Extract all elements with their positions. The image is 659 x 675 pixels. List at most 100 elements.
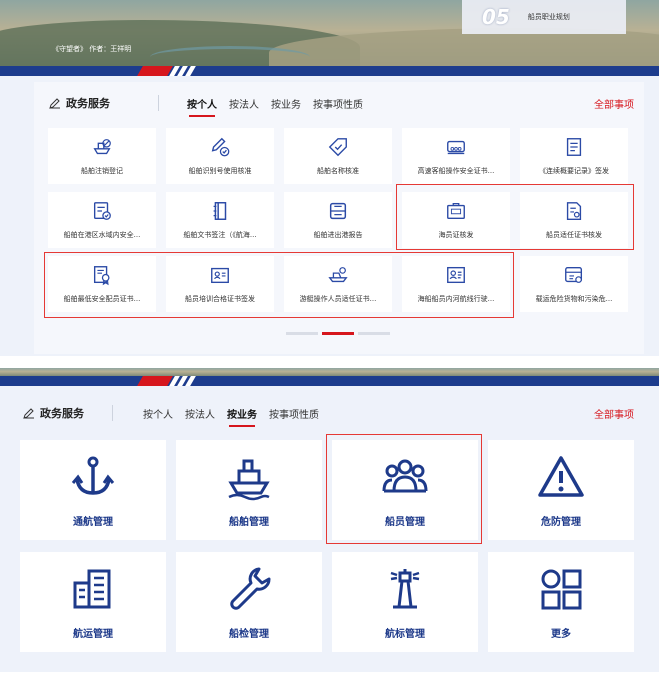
service-card[interactable]: 《连续概要记录》签发 <box>520 128 628 184</box>
service-card[interactable]: 高速客船操作安全证书... <box>402 128 510 184</box>
service-card[interactable]: 船舶名称核准 <box>284 128 392 184</box>
stripe-red <box>137 376 173 386</box>
ship-icon <box>228 459 270 500</box>
report-icon <box>329 202 347 220</box>
tab-by-individual[interactable]: 按个人 <box>143 406 173 421</box>
certificate-icon <box>566 202 582 220</box>
anchor-icon <box>71 456 115 495</box>
service-label: 船舶文书签注（《航海... <box>183 231 257 239</box>
category-card-ship[interactable]: 船舶管理 <box>176 440 322 540</box>
tab-by-legal-person[interactable]: 按法人 <box>229 96 259 111</box>
category-card-shipping[interactable]: 航运管理 <box>20 552 166 652</box>
service-card[interactable]: 海船船员内河航线行驶... <box>402 256 510 312</box>
category-label: 船舶管理 <box>229 516 269 528</box>
yacht-icon <box>328 267 348 283</box>
all-items-link[interactable]: 全部事项 <box>594 96 634 111</box>
service-label: 游艇操作人员适任证书... <box>299 295 377 303</box>
category-label: 船检管理 <box>229 628 269 640</box>
service-label: 船舶注销登记 <box>81 167 123 175</box>
warning-icon <box>538 455 584 497</box>
service-label: 《连续概要记录》签发 <box>539 167 609 175</box>
tab-by-individual[interactable]: 按个人 <box>187 96 217 117</box>
banner-label: 船员职业规划 <box>527 13 570 21</box>
carousel-pager <box>286 332 390 335</box>
gov-title-text: 政务服务 <box>66 97 110 110</box>
tag-check-icon <box>328 138 347 157</box>
service-card[interactable]: 游艇操作人员适任证书... <box>284 256 392 312</box>
tab-by-nature[interactable]: 按事项性质 <box>313 96 363 111</box>
bottom-tabs-row: 政务服务 按个人 按法人 按业务 按事项性质 <box>22 403 331 427</box>
category-card-navaid[interactable]: 航标管理 <box>332 552 478 652</box>
service-card[interactable]: 载运危险货物和污染危... <box>520 256 628 312</box>
pager-dot[interactable] <box>286 332 318 335</box>
service-label: 海船船员内河航线行驶... <box>417 295 495 303</box>
stripe-red <box>137 66 173 76</box>
tab-by-legal-person[interactable]: 按法人 <box>185 406 215 421</box>
service-label: 船舶识别号使用核准 <box>188 167 252 175</box>
all-items-link[interactable]: 全部事项 <box>594 406 634 421</box>
service-card[interactable]: 船员培训合格证书签发 <box>166 256 274 312</box>
category-card-crew[interactable]: 船员管理 <box>332 440 478 540</box>
road-shape <box>150 46 310 68</box>
bottom-hero-strip <box>0 368 659 376</box>
category-label: 航运管理 <box>73 628 113 640</box>
category-card-navigation[interactable]: 通航管理 <box>20 440 166 540</box>
service-card[interactable]: 船舶最低安全配员证书... <box>48 256 156 312</box>
service-card[interactable]: 船舶识别号使用核准 <box>166 128 274 184</box>
image-caption: 《守望者》 作者：王祥明 <box>52 45 132 53</box>
edit-check-icon <box>211 137 230 157</box>
service-label: 海员证核发 <box>438 231 474 239</box>
id-card-icon <box>447 203 465 220</box>
brand-stripe <box>0 66 659 76</box>
badge-card-icon <box>211 267 229 284</box>
doc-check-icon <box>93 202 111 220</box>
wrench-icon <box>230 567 271 610</box>
category-card-hazard[interactable]: 危防管理 <box>488 440 634 540</box>
service-label: 船舶名称核准 <box>317 167 359 175</box>
service-label: 高速客船操作安全证书... <box>417 167 495 175</box>
pager-dot[interactable] <box>358 332 390 335</box>
grid-icon <box>541 569 582 609</box>
category-card-more[interactable]: 更多 <box>488 552 634 652</box>
building-icon <box>73 569 111 608</box>
divider <box>112 405 113 421</box>
service-label: 船舶最低安全配员证书... <box>63 295 141 303</box>
service-card[interactable]: 海员证核发 <box>402 192 510 248</box>
book-icon <box>213 202 227 220</box>
service-card[interactable]: 船舶进出港报告 <box>284 192 392 248</box>
bus-icon <box>447 140 465 155</box>
service-card[interactable]: 船舶文书签注（《航海... <box>166 192 274 248</box>
top-hero-banner: 《守望者》 作者：王祥明 05 船员职业规划 <box>0 0 659 68</box>
service-card[interactable]: 船舶注销登记 <box>48 128 156 184</box>
lighthouse-icon <box>390 568 420 608</box>
brand-stripe <box>0 376 659 386</box>
gov-title-text: 政务服务 <box>40 407 84 420</box>
top-tabs-row: 政务服务 按个人 按法人 按业务 按事项性质 <box>48 93 375 117</box>
pager-dot-active[interactable] <box>322 332 354 335</box>
career-banner[interactable]: 05 船员职业规划 <box>462 0 626 34</box>
tab-by-nature[interactable]: 按事项性质 <box>269 406 319 421</box>
banner-number: 05 <box>482 5 510 29</box>
divider <box>158 95 159 111</box>
tab-by-business[interactable]: 按业务 <box>227 406 257 427</box>
gov-services-title: 政务服务 <box>22 405 84 421</box>
service-label: 船舶在港区水域内安全... <box>63 231 141 239</box>
category-label: 船员管理 <box>385 516 425 528</box>
service-label: 船舶进出港报告 <box>313 231 363 239</box>
category-label: 危防管理 <box>541 516 581 528</box>
category-label: 更多 <box>551 628 571 640</box>
category-card-inspection[interactable]: 船检管理 <box>176 552 322 652</box>
hazard-card-icon <box>565 266 583 283</box>
category-label: 通航管理 <box>73 516 113 528</box>
service-card[interactable]: 船舶在港区水域内安全... <box>48 192 156 248</box>
service-label: 载运危险货物和污染危... <box>535 295 613 303</box>
pen-icon <box>48 97 61 110</box>
crew-group-icon <box>382 459 428 492</box>
person-card-icon <box>447 266 465 284</box>
gov-services-title: 政务服务 <box>48 95 110 111</box>
service-card[interactable]: 船员适任证书核发 <box>520 192 628 248</box>
service-label: 船员适任证书核发 <box>546 231 602 239</box>
category-label: 航标管理 <box>385 628 425 640</box>
award-doc-icon <box>93 266 110 286</box>
tab-by-business[interactable]: 按业务 <box>271 96 301 111</box>
